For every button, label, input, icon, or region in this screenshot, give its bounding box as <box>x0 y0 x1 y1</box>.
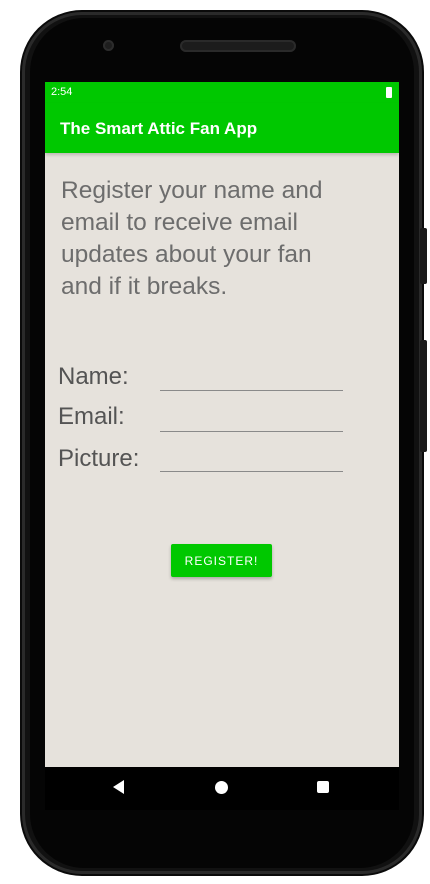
picture-input[interactable] <box>160 471 343 472</box>
volume-rocker[interactable] <box>420 340 427 452</box>
status-time: 2:54 <box>51 86 73 98</box>
battery-icon <box>386 87 392 98</box>
intro-text: Register your name and email to receive … <box>61 175 381 303</box>
front-camera-icon <box>103 40 114 51</box>
navigation-bar <box>45 767 399 810</box>
app-title: The Smart Attic Fan App <box>60 119 258 138</box>
earpiece-speaker <box>180 40 296 52</box>
nav-back-icon[interactable] <box>113 780 124 794</box>
email-label: Email: <box>58 403 125 430</box>
intro-line: email to receive email <box>61 209 298 236</box>
device-frame: 2:54 The Smart Attic Fan App Register yo… <box>0 0 430 884</box>
register-button[interactable]: REGISTER! <box>171 544 272 577</box>
power-button[interactable] <box>420 228 427 284</box>
nav-home-icon[interactable] <box>215 781 228 794</box>
status-bar: 2:54 <box>45 82 399 103</box>
app-bar: The Smart Attic Fan App <box>45 103 399 153</box>
nav-recents-icon[interactable] <box>317 781 329 793</box>
email-input[interactable] <box>160 431 343 432</box>
app-screen: 2:54 The Smart Attic Fan App Register yo… <box>45 82 399 767</box>
intro-line: updates about your fan <box>61 241 312 268</box>
intro-line: and if it breaks. <box>61 273 228 300</box>
name-input[interactable] <box>160 390 343 391</box>
name-label: Name: <box>58 363 129 390</box>
intro-line: Register your name and <box>61 177 323 204</box>
picture-label: Picture: <box>58 445 140 472</box>
